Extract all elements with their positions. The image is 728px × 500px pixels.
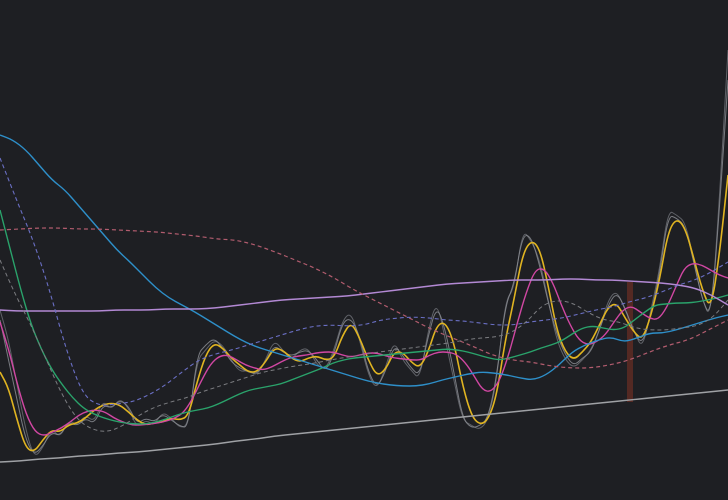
highlight-bar-0: [627, 282, 633, 402]
chart-area: [0, 0, 728, 500]
series-line-raw2: [0, 79, 728, 453]
series-line-baseline: [0, 389, 728, 463]
series-line-ma-mid: [0, 209, 728, 425]
series-line-raw: [0, 49, 728, 455]
series-line-ma-dashed-gray: [0, 259, 728, 432]
series-line-ma-dashed-purple: [0, 157, 728, 406]
line-chart: [0, 49, 728, 463]
series-line-main: [0, 174, 728, 452]
